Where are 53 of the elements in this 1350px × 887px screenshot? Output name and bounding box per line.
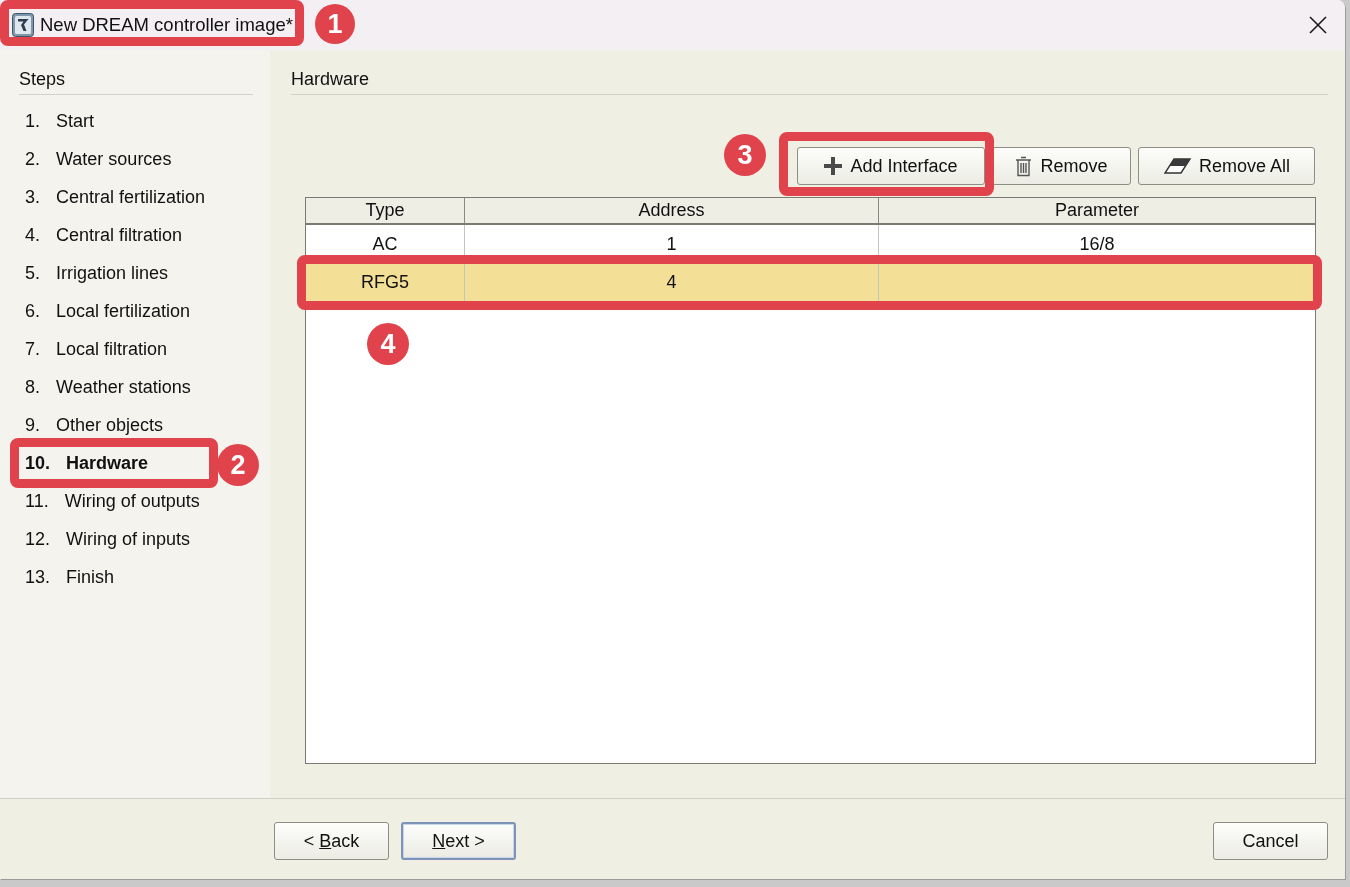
wizard-button[interactable]: Next > — [401, 822, 516, 860]
step-label: Central fertilization — [56, 186, 206, 208]
close-icon — [1309, 16, 1327, 34]
table-cell: 4 — [465, 263, 879, 301]
step-number: 10. — [25, 452, 51, 474]
step-label: Central filtration — [56, 224, 183, 246]
toolbar-button[interactable]: Add Interface — [797, 147, 985, 185]
step-label: Wiring of outputs — [64, 490, 200, 512]
step-number: 13. — [25, 566, 51, 588]
step-label: Irrigation lines — [56, 262, 169, 284]
step-number: 8. — [25, 376, 40, 398]
callout-number: 1 — [314, 4, 355, 44]
callout-number: 3 — [724, 134, 766, 176]
table-cell: AC — [306, 225, 465, 263]
step-label: Start — [56, 110, 95, 132]
plus-icon — [824, 157, 843, 175]
step-number: 11. — [25, 490, 49, 512]
steps-heading: Steps — [19, 68, 253, 95]
step-number: 12. — [25, 528, 51, 550]
step-label: Hardware — [66, 452, 149, 474]
step-number: 7. — [25, 338, 40, 360]
step-number: 1. — [25, 110, 40, 132]
step-label: Other objects — [56, 414, 164, 436]
step-number: 4. — [25, 224, 40, 246]
toolbar-button[interactable]: Remove All — [1138, 147, 1315, 185]
cancel-button[interactable]: Cancel — [1213, 822, 1328, 860]
column-header[interactable]: Parameter — [879, 198, 1315, 223]
step-number: 2. — [25, 148, 40, 170]
table-row[interactable]: RFG5 4 — [306, 263, 1315, 301]
toolbar-button[interactable]: Remove — [992, 147, 1131, 185]
window-title: New DREAM controller image* — [40, 13, 293, 37]
table-cell-text: 16/8 — [1078, 233, 1116, 256]
step-number: 3. — [25, 186, 40, 208]
step-number: 6. — [25, 300, 40, 322]
step-number: 9. — [25, 414, 40, 436]
column-header[interactable]: Type — [306, 198, 465, 223]
table-cell: RFG5 — [306, 263, 465, 301]
step-number: 5. — [25, 262, 40, 284]
table-cell: 1 — [465, 225, 879, 263]
step-label: Local filtration — [56, 338, 168, 360]
step-label: Wiring of inputs — [66, 528, 191, 550]
column-header[interactable]: Address — [465, 198, 879, 223]
step-label: Local fertilization — [56, 300, 191, 322]
eraser-icon — [1162, 158, 1191, 174]
step-label: Weather stations — [56, 376, 191, 398]
trash-icon — [1015, 155, 1033, 177]
page-heading: Hardware — [291, 68, 1328, 95]
callout-number: 2 — [217, 444, 259, 486]
app-icon — [12, 13, 34, 37]
step-label: Finish — [66, 566, 115, 588]
step-label: Water sources — [56, 148, 172, 170]
wizard-button[interactable]: < Back — [274, 822, 389, 860]
callout-number: 4 — [367, 323, 409, 365]
